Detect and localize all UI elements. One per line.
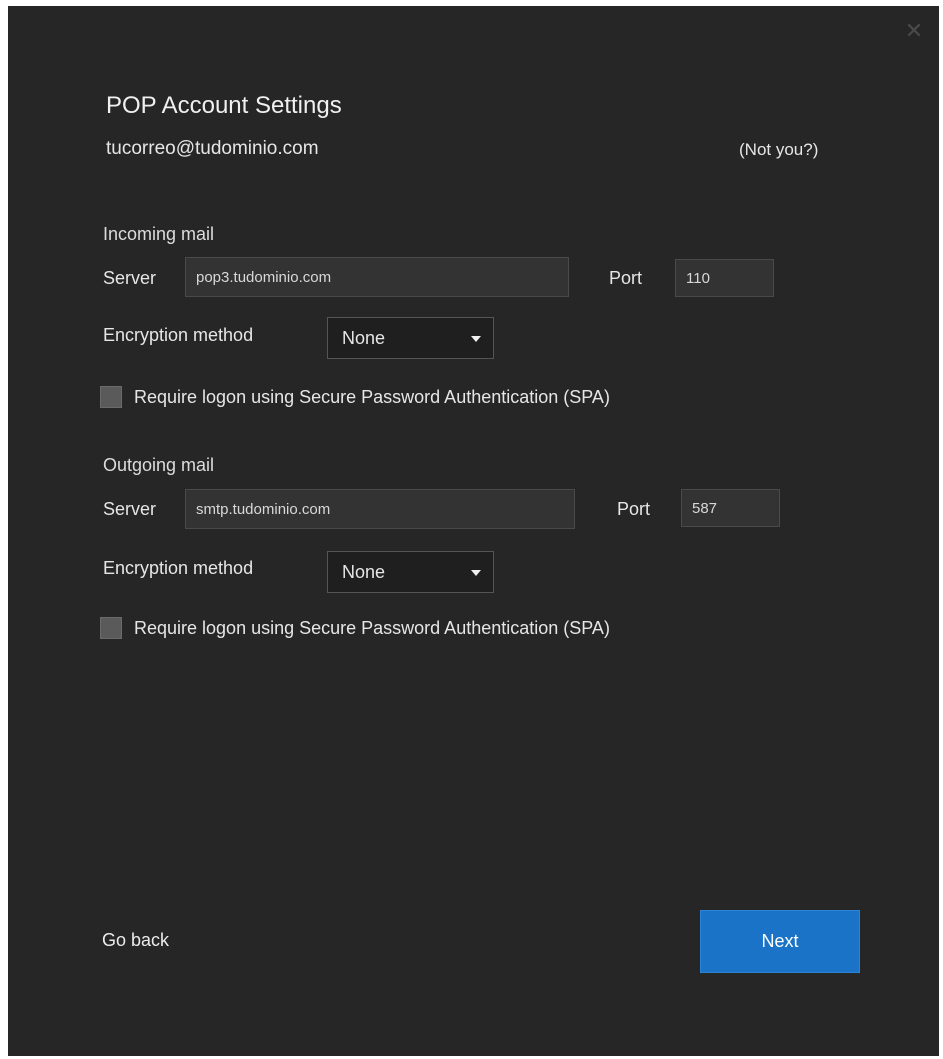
next-button[interactable]: Next <box>700 910 860 973</box>
outgoing-port-label: Port <box>617 499 651 519</box>
outgoing-encryption-select[interactable]: None <box>327 551 494 593</box>
chevron-down-icon <box>471 336 481 342</box>
incoming-server-label: Server <box>103 268 157 288</box>
outgoing-spa-checkbox[interactable] <box>100 617 122 639</box>
incoming-port-label: Port <box>609 268 643 288</box>
outgoing-server-label: Server <box>103 499 157 519</box>
incoming-spa-option[interactable]: Require logon using Secure Password Auth… <box>100 386 610 408</box>
incoming-port-field[interactable]: 110 <box>675 259 774 297</box>
outgoing-port-field[interactable]: 587 <box>681 489 780 527</box>
close-icon[interactable]: ✕ <box>903 20 925 42</box>
outgoing-encryption-value: None <box>342 561 386 582</box>
outgoing-server-field[interactable]: smtp.tudominio.com <box>185 489 575 529</box>
outgoing-encryption-label: Encryption method <box>103 558 254 578</box>
incoming-spa-checkbox[interactable] <box>100 386 122 408</box>
outgoing-spa-option[interactable]: Require logon using Secure Password Auth… <box>100 617 610 639</box>
incoming-encryption-select[interactable]: None <box>327 317 494 359</box>
page-title: POP Account Settings <box>106 92 342 119</box>
chevron-down-icon <box>471 570 481 576</box>
not-you-link[interactable]: (Not you?) <box>739 140 818 160</box>
incoming-mail-heading: Incoming mail <box>103 224 215 244</box>
go-back-link[interactable]: Go back <box>102 930 169 951</box>
pop-account-settings-dialog: ✕ POP Account Settings tucorreo@tudomini… <box>8 6 939 1056</box>
incoming-encryption-label: Encryption method <box>103 325 254 345</box>
account-email: tucorreo@tudominio.com <box>106 138 319 159</box>
incoming-server-field[interactable]: pop3.tudominio.com <box>185 257 569 297</box>
outgoing-mail-heading: Outgoing mail <box>103 455 215 475</box>
incoming-encryption-value: None <box>342 327 386 348</box>
incoming-spa-label: Require logon using Secure Password Auth… <box>134 386 610 407</box>
outgoing-spa-label: Require logon using Secure Password Auth… <box>134 617 610 638</box>
